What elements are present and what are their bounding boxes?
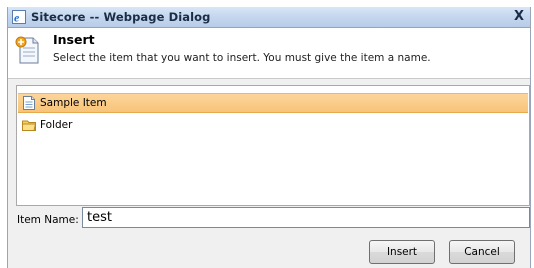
insert-document-icon xyxy=(15,36,39,64)
list-item-folder[interactable]: Folder xyxy=(18,115,528,135)
item-name-input[interactable] xyxy=(82,207,530,228)
folder-icon xyxy=(22,120,37,131)
close-button[interactable]: X xyxy=(514,9,524,24)
document-icon xyxy=(23,96,35,110)
window-title: Sitecore -- Webpage Dialog xyxy=(31,10,211,24)
cancel-button[interactable]: Cancel xyxy=(449,240,515,264)
list-item-label: Folder xyxy=(40,119,73,131)
list-item-sample-item[interactable]: Sample Item xyxy=(18,93,528,113)
title-bar[interactable]: e Sitecore -- Webpage Dialog X xyxy=(8,7,530,28)
item-list[interactable]: Sample Item Folder xyxy=(16,85,530,206)
ie-page-icon: e xyxy=(12,10,26,24)
item-name-label: Item Name: xyxy=(17,214,79,226)
dialog-window: e Sitecore -- Webpage Dialog X Insert Se… xyxy=(7,7,531,268)
dialog-header: Insert Select the item that you want to … xyxy=(8,28,530,79)
dialog-description: Select the item that you want to insert.… xyxy=(53,52,431,64)
list-item-label: Sample Item xyxy=(40,97,107,109)
svg-text:e: e xyxy=(14,11,20,25)
dialog-title: Insert xyxy=(53,32,95,47)
insert-button[interactable]: Insert xyxy=(369,240,435,264)
